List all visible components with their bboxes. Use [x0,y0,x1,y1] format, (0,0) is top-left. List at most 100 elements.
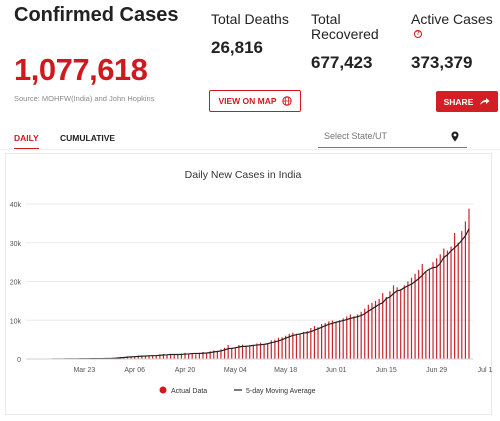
chart-title: Daily New Cases in India [185,169,302,181]
share-label: SHARE [443,96,474,107]
bar-actual-data [410,277,413,359]
x-tick-label: Jun 15 [376,367,397,374]
bar-actual-data [188,353,190,359]
state-select[interactable]: Select State/UT [318,128,467,148]
location-pin-icon [451,131,459,142]
y-tick-label: 40k [10,202,22,209]
bar-actual-data [331,320,333,359]
tab-cumulative[interactable]: CUMULATIVE [60,133,115,148]
bar-actual-data [428,269,431,359]
bar-actual-data [454,233,456,359]
bar-actual-data [299,333,301,359]
view-on-map-button[interactable]: VIEW ON MAP [209,90,301,112]
globe-icon [281,96,292,106]
x-tick-label: Apr 06 [124,367,145,374]
bar-actual-data [321,324,323,359]
bar-actual-data [295,333,298,359]
bar-actual-data [234,348,236,359]
x-tick-label: Mar 23 [73,367,95,374]
tabs-divider [0,149,500,150]
bar-actual-data [349,314,351,359]
active-cases-stat: Active Cases? 373,379 [411,12,497,73]
bar-actual-data [227,345,229,359]
bar-actual-data [425,271,427,359]
bar-actual-data [310,328,312,359]
x-tick-label: Apr 20 [175,367,196,374]
bar-actual-data [407,281,409,359]
bar-actual-data [464,221,467,359]
confirmed-cases-label: Confirmed Cases [14,4,179,26]
bar-actual-data [231,348,233,359]
y-tick-label: 0 [17,357,21,364]
bar-actual-data [252,345,254,359]
bar-actual-data [436,258,438,359]
bar-actual-data [324,322,326,359]
bar-actual-data [306,331,308,359]
bar-actual-data [173,355,175,359]
bar-actual-data [195,354,197,359]
active-cases-label: Active Cases [411,11,493,27]
active-cases-value: 373,379 [411,53,473,72]
total-recovered-stat: Total Recovered 677,423 [311,12,401,73]
bar-actual-data [267,343,269,359]
bar-actual-data [432,262,434,359]
total-recovered-label: Total Recovered [311,11,379,42]
bar-actual-data [205,352,208,359]
legend-actual-data-label: Actual Data [171,388,207,395]
bar-actual-data [439,254,441,359]
y-tick-label: 30k [10,241,22,248]
bar-actual-data [263,343,265,359]
bar-actual-data [328,321,330,359]
bar-actual-data [421,264,423,359]
y-tick-label: 10k [10,318,22,325]
bar-actual-data [385,297,387,359]
total-deaths-label: Total Deaths [211,11,289,27]
share-button[interactable]: SHARE [436,91,498,112]
total-deaths-value: 26,816 [211,38,263,57]
chart-canvas: Daily New Cases in India 0 10k 20k 30k 40k Mar… [10,169,493,395]
bar-actual-data [461,231,463,359]
confirmed-cases-value: 1,077,618 [14,52,148,87]
tab-daily[interactable]: DAILY [14,133,39,150]
bar-actual-data [256,343,258,359]
bar-actual-data [400,289,402,359]
total-recovered-value: 677,423 [311,53,373,72]
line-moving-average [51,228,470,360]
bar-actual-data [356,314,359,359]
bar-actual-data [378,298,380,359]
bar-actual-data [450,246,452,359]
legend-actual-data-marker [159,386,167,394]
bar-actual-data [374,300,377,359]
daily-cases-chart: Daily New Cases in India 0 10k 20k 30k 40k Mar… [5,153,493,415]
info-icon[interactable]: ? [414,30,422,38]
bar-actual-data [392,285,395,359]
view-on-map-label: VIEW ON MAP [218,96,277,106]
bar-actual-data [389,291,391,359]
bar-actual-data [396,287,398,359]
legend-moving-average-label: 5-day Moving Average [246,388,316,395]
bar-actual-data [403,285,405,359]
arrow-icon [480,98,490,105]
x-tick-label: Jul 13 [478,367,493,374]
bar-actual-data [303,331,305,359]
x-tick-label: May 18 [274,367,297,374]
bar-actual-data [285,335,287,359]
bar-actual-data [281,337,283,359]
bar-actual-data [342,318,344,359]
bar-actual-data [418,269,420,359]
bar-actual-data [346,316,348,359]
bar-actual-data [371,302,373,359]
bar-actual-data [317,327,319,359]
bar-actual-data [364,308,366,359]
bar-actual-data [360,311,362,359]
bar-actual-data [443,248,445,359]
bar-actual-data [367,304,369,359]
bar-actual-data [468,208,470,359]
bar-actual-data [353,316,355,359]
bar-actual-data [335,322,337,359]
x-tick-label: May 04 [224,367,247,374]
bar-actual-data [457,242,459,359]
x-tick-label: Jun 01 [325,367,346,374]
active-cases-label-wrap: Active Cases? [411,12,497,42]
bar-actual-data [414,273,416,359]
